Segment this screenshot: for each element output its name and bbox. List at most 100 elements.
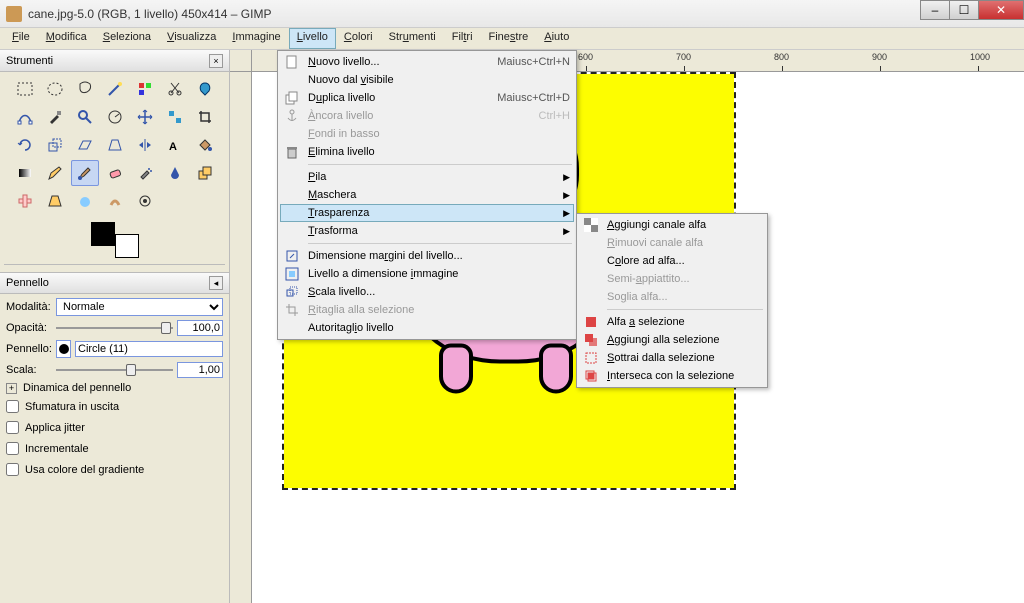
menu-finestre[interactable]: Finestre — [481, 28, 537, 49]
tool-rect-select[interactable] — [11, 76, 39, 102]
menuitem-nuovo-livello-[interactable]: Nuovo livello...Maiusc+Ctrl+N — [280, 53, 574, 71]
tool-ink[interactable] — [161, 160, 189, 186]
brush-options-title: Pennello ◂ — [0, 272, 229, 294]
menuitem-pila[interactable]: Pila▶ — [280, 168, 574, 186]
tool-rotate[interactable] — [11, 132, 39, 158]
menuitem-elimina-livello[interactable]: Elimina livello — [280, 143, 574, 161]
tool-heal[interactable] — [11, 188, 39, 214]
menuitem-trasparenza[interactable]: Trasparenza▶ — [280, 204, 574, 222]
opacity-slider[interactable] — [56, 321, 173, 335]
tool-wand[interactable] — [101, 76, 129, 102]
tool-brush[interactable] — [71, 160, 99, 186]
menu-visualizza[interactable]: Visualizza — [159, 28, 224, 49]
tool-crop[interactable] — [191, 104, 219, 130]
fit-icon — [284, 266, 300, 282]
menu-modifica[interactable]: Modifica — [38, 28, 95, 49]
toolbox-title: Strumenti — [6, 55, 53, 67]
tool-airbrush[interactable] — [131, 160, 159, 186]
tool-scissors[interactable] — [161, 76, 189, 102]
tool-clone[interactable] — [191, 160, 219, 186]
menuitem-aggiungi-canale-alfa[interactable]: Aggiungi canale alfa — [579, 216, 765, 234]
tool-bucket[interactable] — [191, 132, 219, 158]
menu-filtri[interactable]: Filtri — [444, 28, 481, 49]
menu-strumenti[interactable]: Strumenti — [381, 28, 444, 49]
tool-color-select[interactable] — [131, 76, 159, 102]
menuitem-autoritaglio-livello[interactable]: Autoritaglio livello — [280, 319, 574, 337]
crop-icon — [284, 302, 300, 318]
menuitem-colore-ad-alfa-[interactable]: Colore ad alfa... — [579, 252, 765, 270]
menuitem-alfa-a-selezione[interactable]: Alfa a selezione — [579, 313, 765, 331]
scale-slider[interactable] — [56, 363, 173, 377]
menuitem-nuovo-dal-visibile[interactable]: Nuovo dal visibile — [280, 71, 574, 89]
menu-livello[interactable]: Livello — [289, 28, 336, 49]
toolbox-close-button[interactable]: × — [209, 54, 223, 68]
bg-color-swatch[interactable] — [115, 234, 139, 258]
brush-options-collapse[interactable]: ◂ — [209, 276, 223, 290]
brush-dynamics-expander[interactable]: +Dinamica del pennello — [6, 382, 223, 394]
menuitem-scala-livello-[interactable]: Scala livello... — [280, 283, 574, 301]
menuitem-duplica-livello[interactable]: Duplica livelloMaiusc+Ctrl+D — [280, 89, 574, 107]
tool-perspective[interactable] — [101, 132, 129, 158]
window-close-button[interactable]: ✕ — [978, 0, 1024, 20]
opacity-input[interactable] — [177, 320, 223, 336]
menu-aiuto[interactable]: Aiuto — [536, 28, 577, 49]
tool-zoom[interactable] — [71, 104, 99, 130]
tool-lasso[interactable] — [71, 76, 99, 102]
tool-measure[interactable] — [101, 104, 129, 130]
menuitem-sottrai-dalla-selezione[interactable]: Sottrai dalla selezione — [579, 349, 765, 367]
menuitem--ncora-livello: Àncora livelloCtrl+H — [280, 107, 574, 125]
menuitem-dimensione-margini-del-livello-[interactable]: Dimensione margini del livello... — [280, 247, 574, 265]
tool-dodge[interactable] — [131, 188, 159, 214]
fg-color-swatch[interactable] — [91, 222, 115, 246]
window-minimize-button[interactable]: – — [920, 0, 950, 20]
brush-name-input[interactable] — [75, 341, 223, 357]
tool-blur[interactable] — [71, 188, 99, 214]
tool-ellipse-select[interactable] — [41, 76, 69, 102]
mode-select[interactable]: Normale — [56, 298, 223, 316]
submenu-arrow-icon: ▶ — [563, 190, 570, 201]
tool-pencil[interactable] — [41, 160, 69, 186]
tool-blend[interactable] — [11, 160, 39, 186]
gradient-checkbox[interactable]: Usa colore del gradiente — [6, 461, 223, 478]
tool-grid: A — [0, 72, 229, 218]
tool-align[interactable] — [161, 104, 189, 130]
tool-flip[interactable] — [131, 132, 159, 158]
menuitem-fondi-in-basso: Fondi in basso — [280, 125, 574, 143]
menu-colori[interactable]: Colori — [336, 28, 381, 49]
tool-fg-select[interactable] — [191, 76, 219, 102]
menuitem-maschera[interactable]: Maschera▶ — [280, 186, 574, 204]
tool-perspective-clone[interactable] — [41, 188, 69, 214]
tool-eraser[interactable] — [101, 160, 129, 186]
menu-seleziona[interactable]: Seleziona — [95, 28, 159, 49]
tool-scale[interactable] — [41, 132, 69, 158]
tool-text[interactable]: A — [161, 132, 189, 158]
resize-icon — [284, 248, 300, 264]
menu-file[interactable]: File — [4, 28, 38, 49]
mode-label: Modalità: — [6, 301, 52, 313]
menuitem-rimuovi-canale-alfa: Rimuovi canale alfa — [579, 234, 765, 252]
tool-move[interactable] — [131, 104, 159, 130]
incremental-checkbox[interactable]: Incrementale — [6, 440, 223, 457]
ruler-vertical — [230, 72, 252, 603]
menuitem-livello-a-dimensione-immagine[interactable]: Livello a dimensione immagine — [280, 265, 574, 283]
fg-bg-color[interactable] — [85, 222, 145, 258]
window-maximize-button[interactable]: ☐ — [949, 0, 979, 20]
toolbox-panel: Strumenti × A Pennello ◂ Modalità: Norma… — [0, 50, 230, 603]
submenu-arrow-icon: ▶ — [563, 226, 570, 237]
menuitem-trasforma[interactable]: Trasforma▶ — [280, 222, 574, 240]
menuitem-interseca-con-la-selezione[interactable]: Interseca con la selezione — [579, 367, 765, 385]
menuitem-ritaglia-alla-selezione: Ritaglia alla selezione — [280, 301, 574, 319]
brush-preview[interactable] — [56, 340, 71, 358]
tool-smudge[interactable] — [101, 188, 129, 214]
toolbox-title-bar: Strumenti × — [0, 50, 229, 72]
tool-shear[interactable] — [71, 132, 99, 158]
tool-picker[interactable] — [41, 104, 69, 130]
menu-immagine[interactable]: Immagine — [224, 28, 288, 49]
fade-checkbox[interactable]: Sfumatura in uscita — [6, 398, 223, 415]
submenu-arrow-icon: ▶ — [563, 172, 570, 183]
tool-paths[interactable] — [11, 104, 39, 130]
scale-input[interactable] — [177, 362, 223, 378]
jitter-checkbox[interactable]: Applica jitter — [6, 419, 223, 436]
brush-options: Modalità: Normale Opacità: Pennello: Sca… — [0, 294, 229, 482]
menuitem-aggiungi-alla-selezione[interactable]: Aggiungi alla selezione — [579, 331, 765, 349]
